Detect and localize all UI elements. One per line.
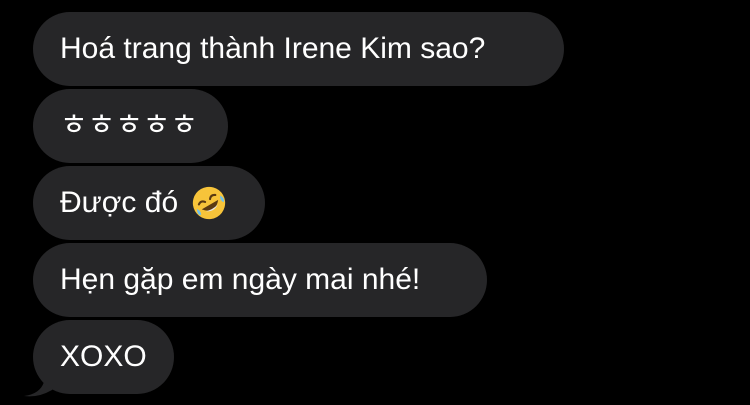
rolling-on-the-floor-laughing-emoji-icon: [190, 184, 228, 222]
message-bubble[interactable]: Được đó: [33, 166, 265, 240]
message-bubble[interactable]: Hoá trang thành Irene Kim sao?: [33, 12, 564, 86]
message-text: XOXO: [60, 340, 147, 373]
message-thread: Hoá trang thành Irene Kim sao? ㅎㅎㅎㅎㅎ Đượ…: [0, 0, 750, 405]
message-text: Hẹn gặp em ngày mai nhé!: [60, 263, 421, 296]
message-text: Hoá trang thành Irene Kim sao?: [60, 32, 486, 65]
message-text: ㅎㅎㅎㅎㅎ: [60, 109, 198, 142]
message-bubble[interactable]: Hẹn gặp em ngày mai nhé!: [33, 243, 487, 317]
message-tail-icon: [24, 368, 58, 397]
message-text: Được đó: [60, 186, 179, 219]
message-bubble[interactable]: ㅎㅎㅎㅎㅎ: [33, 89, 228, 163]
